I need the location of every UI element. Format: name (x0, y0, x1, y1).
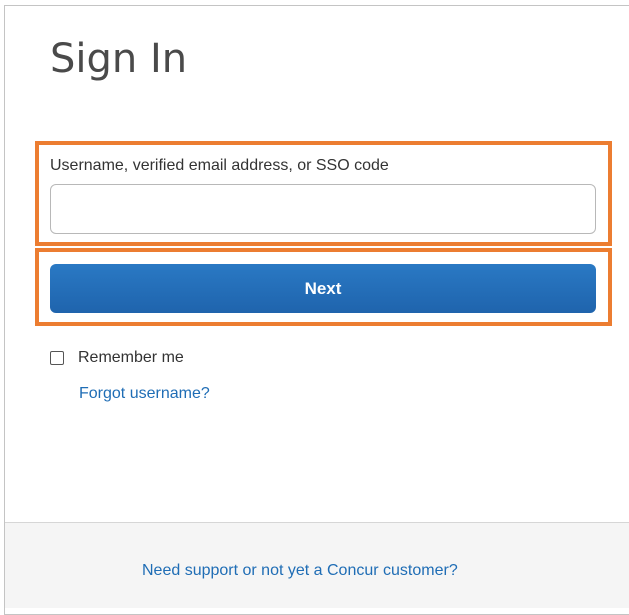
support-link[interactable]: Need support or not yet a Concur custome… (142, 562, 458, 580)
remember-me-label[interactable]: Remember me (78, 349, 184, 367)
next-button[interactable]: Next (50, 264, 596, 313)
page-title: Sign In (50, 36, 188, 82)
forgot-username-link[interactable]: Forgot username? (79, 385, 210, 403)
username-input[interactable] (50, 184, 596, 234)
remember-me-row: Remember me (50, 349, 184, 367)
username-label: Username, verified email address, or SSO… (50, 157, 389, 174)
remember-me-checkbox[interactable] (50, 351, 64, 365)
